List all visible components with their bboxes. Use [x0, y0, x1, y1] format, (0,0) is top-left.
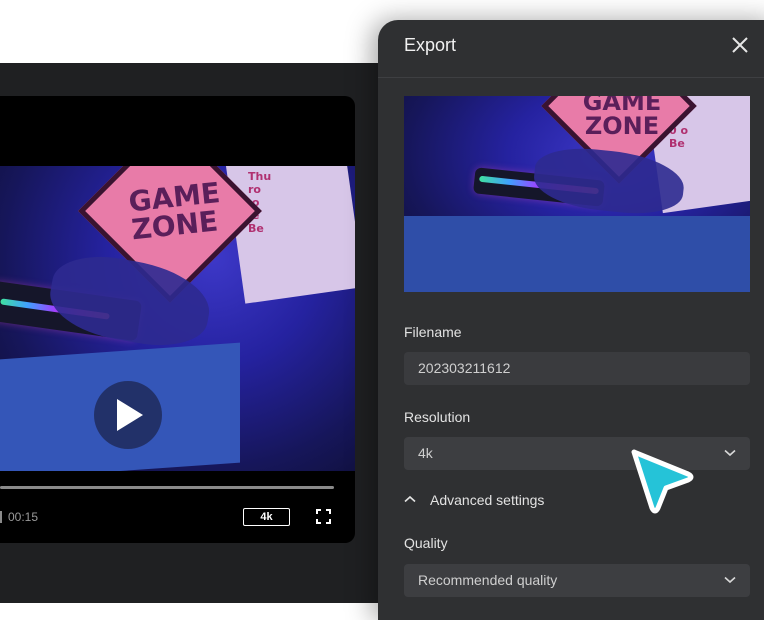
video-frame[interactable]: Thu ro o e Be GAME ZONE: [0, 166, 355, 471]
play-icon: [117, 399, 143, 431]
resolution-value: 4k: [418, 445, 433, 461]
chevron-down-icon: [724, 576, 736, 584]
shirt-graphic: [225, 166, 355, 304]
export-preview-thumbnail: Thu ra 0 o Be GAME ZONE: [404, 96, 750, 292]
export-title: Export: [404, 35, 457, 55]
time-separator: [0, 511, 2, 523]
play-button[interactable]: [94, 381, 162, 449]
quality-value: Recommended quality: [418, 572, 558, 588]
resolution-select[interactable]: 4k: [404, 437, 750, 470]
fullscreen-icon[interactable]: [316, 509, 331, 524]
current-time: 00:15: [8, 510, 39, 524]
video-player[interactable]: Thu ro o e Be GAME ZONE: [0, 96, 355, 543]
filename-field[interactable]: 202303211612: [404, 352, 750, 385]
filename-label: Filename: [404, 324, 462, 340]
pointer-cursor-icon: [631, 449, 694, 514]
resolution-label: Resolution: [404, 409, 471, 425]
close-icon[interactable]: [730, 35, 750, 55]
header-divider: [378, 77, 764, 78]
advanced-settings-label: Advanced settings: [430, 492, 545, 508]
preview-desk: [404, 216, 750, 292]
chevron-up-icon: [404, 495, 416, 503]
progress-bar[interactable]: [0, 486, 334, 489]
quality-select[interactable]: Recommended quality: [404, 564, 750, 597]
chevron-down-icon: [724, 449, 736, 457]
resolution-badge[interactable]: 4k: [243, 508, 290, 526]
quality-label: Quality: [404, 535, 448, 551]
sign-text: GAME ZONE: [126, 176, 222, 247]
preview-sign-text: GAME ZONE: [582, 96, 662, 140]
export-panel: Export Thu ra 0 o Be GAME ZONE Filename …: [378, 20, 764, 620]
